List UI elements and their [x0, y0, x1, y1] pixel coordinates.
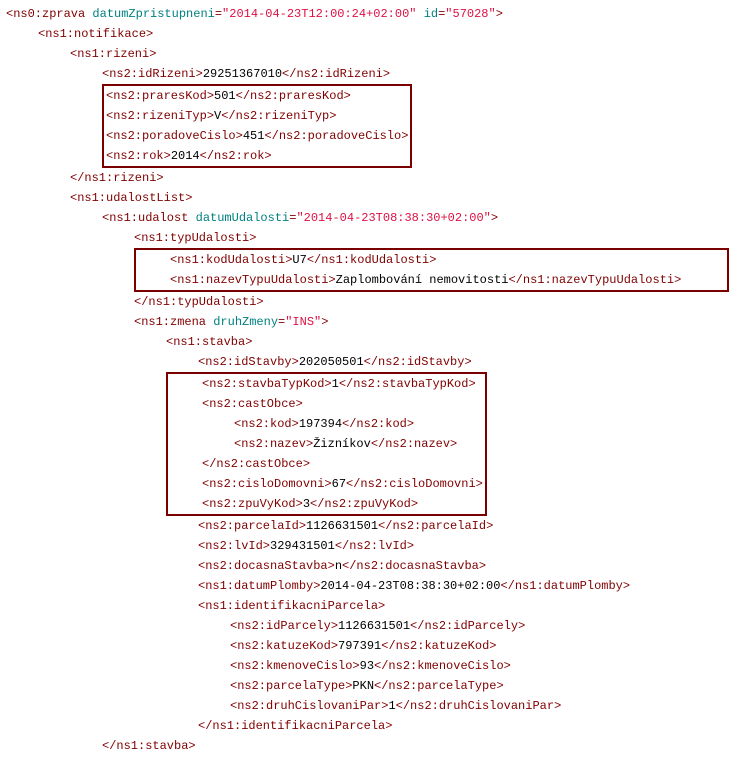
xml-line: </ns1:identifikacniParcela>: [6, 716, 736, 736]
xml-line: <ns2:druhCislovaniPar>1</ns2:druhCislova…: [6, 696, 736, 716]
xml-line: <ns1:stavba>: [6, 332, 736, 352]
xml-line: <ns2:zpuVyKod>3</ns2:zpuVyKod>: [170, 494, 483, 514]
highlight-box-rizeni: <ns2:praresKod>501</ns2:praresKod> <ns2:…: [102, 84, 736, 168]
xml-line: </ns1:rizeni>: [6, 168, 736, 188]
xml-line: </ns1:typUdalosti>: [6, 292, 736, 312]
xml-line: <ns2:idRizeni>29251367010</ns2:idRizeni>: [6, 64, 736, 84]
xml-line: </ns2:castObce>: [170, 454, 483, 474]
xml-line: <ns2:nazev>Žizníkov</ns2:nazev>: [170, 434, 483, 454]
xml-line: <ns2:parcelaId>1126631501</ns2:parcelaId…: [6, 516, 736, 536]
xml-line: <ns1:kodUdalosti>U7</ns1:kodUdalosti>: [138, 250, 725, 270]
xml-line: <ns2:castObce>: [170, 394, 483, 414]
xml-line: <ns2:idParcely>1126631501</ns2:idParcely…: [6, 616, 736, 636]
xml-line: <ns2:poradoveCislo>451</ns2:poradoveCisl…: [106, 126, 408, 146]
xml-line: <ns1:rizeni>: [6, 44, 736, 64]
xml-line: <ns1:udalost datumUdalosti="2014-04-23T0…: [6, 208, 736, 228]
xml-line: <ns2:katuzeKod>797391</ns2:katuzeKod>: [6, 636, 736, 656]
xml-line: <ns2:docasnaStavba>n</ns2:docasnaStavba>: [6, 556, 736, 576]
xml-line: <ns2:kod>197394</ns2:kod>: [170, 414, 483, 434]
xml-line: <ns1:nazevTypuUdalosti>Zaplombování nemo…: [138, 270, 725, 290]
xml-line: <ns2:lvId>329431501</ns2:lvId>: [6, 536, 736, 556]
xml-line: <ns1:typUdalosti>: [6, 228, 736, 248]
xml-document: { "l1": { "t1": "<ns0:zprava ", "an1": "…: [0, 0, 742, 760]
xml-line: <ns2:rizeniTyp>V</ns2:rizeniTyp>: [106, 106, 408, 126]
xml-line: <ns1:zmena druhZmeny="INS">: [6, 312, 736, 332]
highlight-box-typudalosti: <ns1:kodUdalosti>U7</ns1:kodUdalosti> <n…: [134, 248, 736, 292]
xml-line: <ns2:stavbaTypKod>1</ns2:stavbaTypKod>: [170, 374, 483, 394]
xml-line: <ns1:datumPlomby>2014-04-23T08:38:30+02:…: [6, 576, 736, 596]
highlight-box-stavba: <ns2:stavbaTypKod>1</ns2:stavbaTypKod> <…: [166, 372, 736, 516]
xml-line: </ns1:stavba>: [6, 736, 736, 756]
xml-line: <ns1:notifikace>: [6, 24, 736, 44]
xml-line: <ns1:identifikacniParcela>: [6, 596, 736, 616]
xml-line: <ns2:rok>2014</ns2:rok>: [106, 146, 408, 166]
xml-line: <ns0:zprava datumZpristupneni="2014-04-2…: [6, 4, 736, 24]
xml-line: <ns2:praresKod>501</ns2:praresKod>: [106, 86, 408, 106]
xml-line: <ns2:idStavby>202050501</ns2:idStavby>: [6, 352, 736, 372]
xml-line: <ns1:udalostList>: [6, 188, 736, 208]
xml-line: <ns2:kmenoveCislo>93</ns2:kmenoveCislo>: [6, 656, 736, 676]
xml-line: <ns2:cisloDomovni>67</ns2:cisloDomovni>: [170, 474, 483, 494]
xml-line: <ns2:parcelaType>PKN</ns2:parcelaType>: [6, 676, 736, 696]
